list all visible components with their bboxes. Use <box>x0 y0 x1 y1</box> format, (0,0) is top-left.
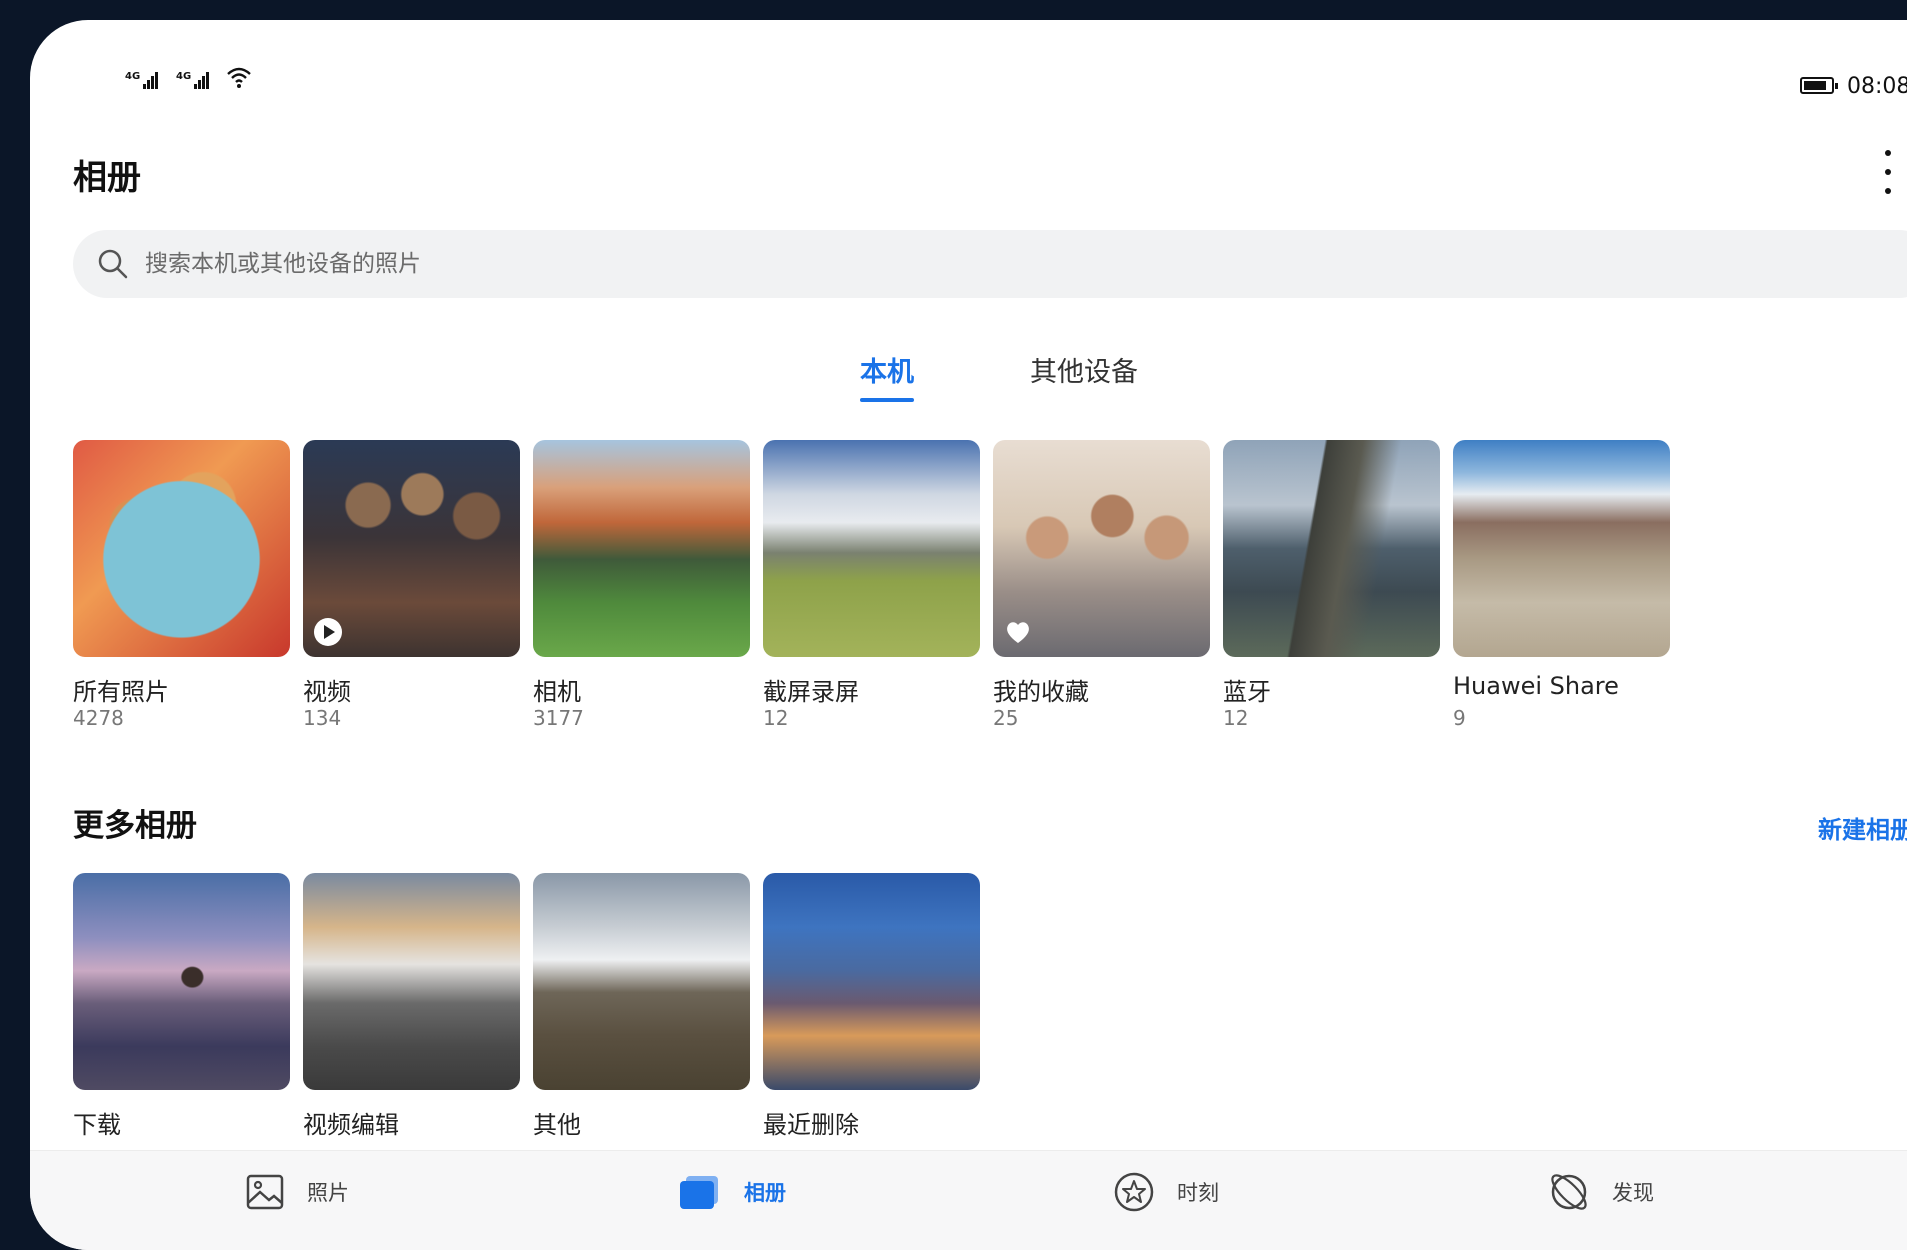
nav-albums[interactable]: 相册 <box>678 1167 786 1217</box>
album-name: 蓝牙 <box>1223 678 1271 706</box>
album-videos[interactable]: 视频 134 <box>303 440 520 730</box>
play-icon <box>314 618 342 646</box>
tab-other-devices[interactable]: 其他设备 <box>1030 350 1138 389</box>
tab-active-indicator <box>860 398 914 402</box>
album-downloads[interactable]: 下载 <box>73 873 290 1139</box>
tab-local[interactable]: 本机 <box>860 350 914 402</box>
album-thumbnail <box>1223 440 1440 657</box>
album-thumbnail <box>73 440 290 657</box>
search-icon <box>98 249 128 279</box>
network-type-label: 4G <box>176 71 192 82</box>
search-bar[interactable] <box>73 230 1907 298</box>
status-bar: 4G 4G 08:08 <box>30 60 1907 100</box>
album-count: 134 <box>303 706 342 730</box>
album-name: 所有照片 <box>73 678 169 706</box>
signal-icon-sim2: 4G <box>176 71 210 89</box>
device-screen: 4G 4G 08:08 相册 本机 <box>30 20 1907 1250</box>
nav-moments[interactable]: 时刻 <box>1113 1167 1219 1217</box>
album-icon <box>680 1176 718 1209</box>
image-icon <box>246 1174 284 1210</box>
tab-local-label: 本机 <box>860 357 914 388</box>
discover-icon <box>1551 1174 1587 1210</box>
album-thumbnail <box>533 440 750 657</box>
album-thumbnail <box>303 873 520 1090</box>
album-video-editing[interactable]: 视频编辑 <box>303 873 520 1139</box>
album-count: 12 <box>1223 706 1249 730</box>
album-bluetooth[interactable]: 蓝牙 12 <box>1223 440 1440 730</box>
album-name: 相机 <box>533 678 581 706</box>
tab-other-devices-label: 其他设备 <box>1030 357 1138 388</box>
album-thumbnail <box>533 873 750 1090</box>
album-thumbnail <box>763 440 980 657</box>
album-name: 下载 <box>73 1111 121 1139</box>
album-thumbnail <box>993 440 1210 657</box>
nav-discover[interactable]: 发现 <box>1548 1167 1654 1217</box>
album-others[interactable]: 其他 <box>533 873 750 1139</box>
page-title: 相册 <box>73 158 141 198</box>
nav-discover-label: 发现 <box>1612 1181 1654 1205</box>
album-name: 最近删除 <box>763 1111 859 1139</box>
album-name: 我的收藏 <box>993 678 1089 706</box>
album-camera[interactable]: 相机 3177 <box>533 440 750 730</box>
section-title-more-albums: 更多相册 <box>73 808 197 844</box>
more-dot-icon <box>1885 169 1891 175</box>
battery-icon <box>1800 77 1838 94</box>
more-dot-icon <box>1885 150 1891 156</box>
heart-icon <box>1007 622 1029 643</box>
album-screenshots[interactable]: 截屏录屏 12 <box>763 440 980 730</box>
album-count: 9 <box>1453 706 1466 730</box>
album-count: 12 <box>763 706 789 730</box>
album-name: 视频 <box>303 678 351 706</box>
star-circle-icon <box>1114 1172 1154 1212</box>
album-recently-deleted[interactable]: 最近删除 <box>763 873 980 1139</box>
nav-photos[interactable]: 照片 <box>245 1167 349 1217</box>
more-options-button[interactable] <box>1878 150 1898 194</box>
bottom-navigation: 照片 相册 时刻 发现 <box>30 1150 1907 1250</box>
network-type-label: 4G <box>125 71 141 82</box>
nav-moments-label: 时刻 <box>1177 1181 1219 1205</box>
album-thumbnail <box>763 873 980 1090</box>
album-thumbnail <box>73 873 290 1090</box>
nav-albums-label: 相册 <box>744 1181 786 1205</box>
search-input[interactable] <box>143 250 1647 278</box>
album-name: 截屏录屏 <box>763 678 859 706</box>
album-all-photos[interactable]: 所有照片 4278 <box>73 440 290 730</box>
album-name: 视频编辑 <box>303 1111 399 1139</box>
album-huawei-share[interactable]: Huawei Share 9 <box>1453 440 1670 730</box>
album-count: 3177 <box>533 706 584 730</box>
album-favorites[interactable]: 我的收藏 25 <box>993 440 1210 730</box>
wifi-icon <box>227 67 251 88</box>
signal-icon-sim1: 4G <box>125 71 159 89</box>
album-thumbnail <box>303 440 520 657</box>
album-thumbnail <box>1453 440 1670 657</box>
status-time: 08:08 <box>1847 74 1907 99</box>
new-album-button[interactable]: 新建相册 <box>1818 810 1907 845</box>
more-dot-icon <box>1885 188 1891 194</box>
nav-photos-label: 照片 <box>307 1181 349 1205</box>
album-name: Huawei Share <box>1453 672 1619 700</box>
album-name: 其他 <box>533 1111 581 1139</box>
album-count: 25 <box>993 706 1019 730</box>
album-count: 4278 <box>73 706 124 730</box>
